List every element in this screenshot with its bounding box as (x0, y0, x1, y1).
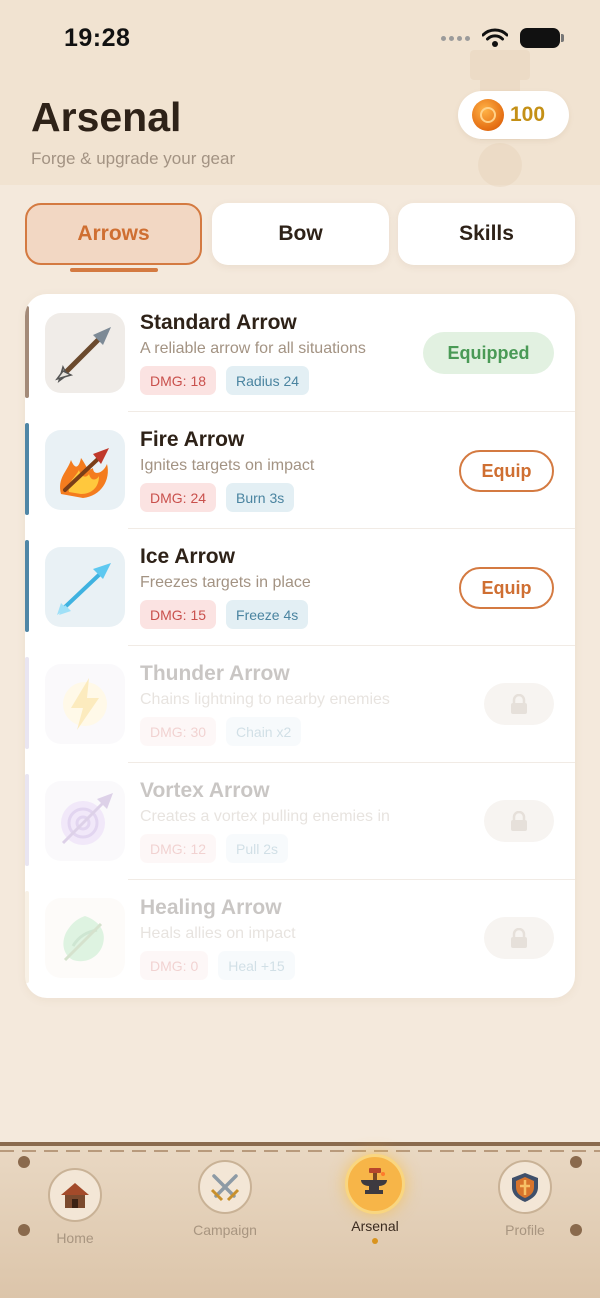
damage-tag: DMG: 12 (140, 834, 217, 863)
crossed-swords-icon (198, 1160, 252, 1214)
nav-label: Campaign (193, 1222, 257, 1238)
lock-icon (511, 694, 527, 714)
item-accent-bar (25, 774, 29, 866)
locked-button[interactable] (484, 683, 554, 725)
lock-icon (511, 928, 527, 948)
cellular-signal-icon (441, 35, 470, 41)
item-accent-bar (25, 423, 29, 515)
nav-label: Home (56, 1230, 94, 1246)
equip-button[interactable]: Equip (459, 450, 554, 492)
effect-tag: Freeze 4s (226, 600, 309, 629)
locked-button[interactable] (484, 917, 554, 959)
item-name: Healing Arrow (140, 896, 282, 919)
item-description: Ignites targets on impact (140, 457, 315, 474)
wifi-icon (482, 28, 508, 47)
locked-button[interactable] (484, 800, 554, 842)
item-description: Freezes targets in place (140, 574, 311, 591)
equip-button[interactable]: Equip (459, 567, 554, 609)
coin-balance-badge[interactable]: 100 (458, 91, 569, 139)
item-description: Chains lightning to nearby enemies (140, 691, 390, 708)
item-name: Fire Arrow (140, 428, 245, 451)
item-accent-bar (25, 891, 29, 983)
active-tab-indicator (70, 268, 158, 272)
arrow-item-ice[interactable]: Ice Arrow Freezes targets in place DMG: … (25, 528, 575, 645)
nav-label: Arsenal (351, 1218, 399, 1234)
damage-tag: DMG: 15 (140, 600, 217, 629)
nav-arsenal[interactable]: Arsenal (320, 1154, 430, 1244)
equipped-button[interactable]: Equipped (423, 332, 554, 374)
damage-tag: DMG: 24 (140, 483, 217, 512)
coin-icon (472, 99, 504, 131)
item-accent-bar (25, 540, 29, 632)
item-description: Heals allies on impact (140, 925, 296, 942)
effect-tag: Chain x2 (226, 717, 302, 746)
damage-tag: DMG: 0 (140, 951, 209, 980)
item-name: Thunder Arrow (140, 662, 290, 685)
fire-arrow-icon (45, 430, 125, 510)
item-accent-bar (25, 306, 29, 398)
status-bar: 19:28 (0, 0, 600, 80)
standard-arrow-icon (45, 313, 125, 393)
arrow-item-thunder[interactable]: Thunder Arrow Chains lightning to nearby… (25, 645, 575, 762)
anvil-icon (345, 1154, 405, 1214)
healing-arrow-icon (45, 898, 125, 978)
lock-icon (511, 811, 527, 831)
effect-tag: Heal +15 (218, 951, 295, 980)
arrow-item-vortex[interactable]: Vortex Arrow Creates a vortex pulling en… (25, 762, 575, 879)
page-subtitle: Forge & upgrade your gear (31, 149, 236, 168)
tab-bow[interactable]: Bow (212, 203, 389, 265)
arrow-list: Standard Arrow A reliable arrow for all … (25, 294, 575, 998)
arrow-item-fire[interactable]: Fire Arrow Ignites targets on impact DMG… (25, 411, 575, 528)
thunder-arrow-icon (45, 664, 125, 744)
battery-icon (520, 28, 564, 48)
item-accent-bar (25, 657, 29, 749)
item-name: Vortex Arrow (140, 779, 270, 802)
rivet-decoration (18, 1156, 30, 1168)
item-description: A reliable arrow for all situations (140, 340, 366, 357)
category-tabs: Arrows Bow Skills (25, 203, 575, 265)
coin-value: 100 (510, 103, 546, 126)
tab-skills[interactable]: Skills (398, 203, 575, 265)
nav-profile[interactable]: Profile (470, 1160, 580, 1238)
vortex-arrow-icon (45, 781, 125, 861)
arrow-item-standard[interactable]: Standard Arrow A reliable arrow for all … (25, 294, 575, 411)
damage-tag: DMG: 30 (140, 717, 217, 746)
arrow-item-healing[interactable]: Healing Arrow Heals allies on impact DMG… (25, 879, 575, 996)
house-icon (48, 1168, 102, 1222)
page-title: Arsenal (31, 94, 182, 140)
effect-tag: Pull 2s (226, 834, 289, 863)
nav-label: Profile (505, 1222, 545, 1238)
damage-tag: DMG: 18 (140, 366, 217, 395)
ice-arrow-icon (45, 547, 125, 627)
effect-tag: Burn 3s (226, 483, 295, 512)
shield-icon (498, 1160, 552, 1214)
status-time: 19:28 (64, 24, 131, 52)
item-name: Ice Arrow (140, 545, 235, 568)
tab-arrows[interactable]: Arrows (25, 203, 202, 265)
item-description: Creates a vortex pulling enemies in (140, 808, 390, 825)
effect-tag: Radius 24 (226, 366, 310, 395)
nav-campaign[interactable]: Campaign (170, 1160, 280, 1238)
active-nav-indicator (372, 1238, 378, 1244)
bottom-tab-bar: Home Campaign Arsenal Profile (0, 1142, 600, 1298)
item-name: Standard Arrow (140, 311, 297, 334)
nav-home[interactable]: Home (20, 1168, 130, 1246)
